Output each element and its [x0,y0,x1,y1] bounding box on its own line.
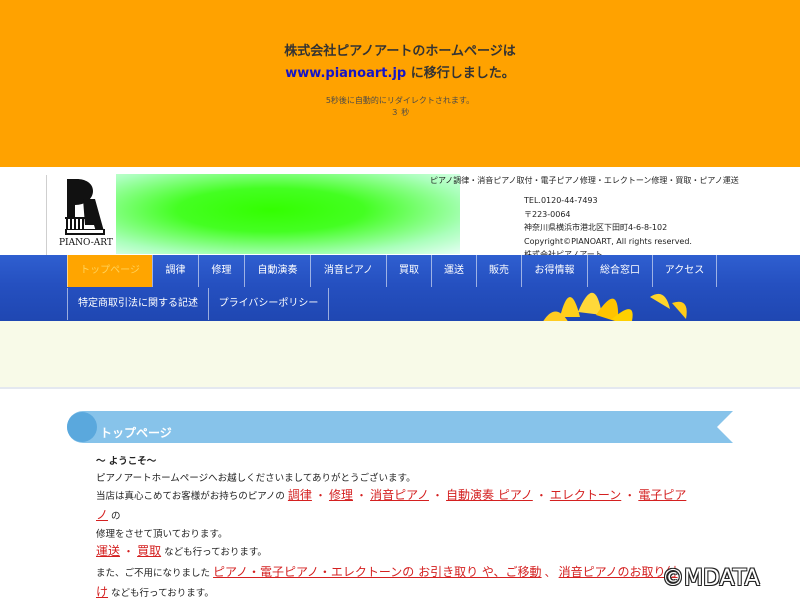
nav-row-secondary: 特定商取引法に関する記述 プライバシーポリシー [67,288,329,320]
link-purchase[interactable]: 買取 [137,544,161,558]
nav-row-primary: トップページ 調律 修理 自動演奏 消音ピアノ 買取 運送 販売 お得情報 総合… [67,255,717,287]
link-pickup[interactable]: ピアノ・電子ピアノ・エレクトーンの お引き取り や、ご移動 [213,565,542,579]
header-banner-image [116,174,460,254]
nav-item-autoplay[interactable]: 自動演奏 [244,255,310,287]
transport-line: 運送 ・ 買取 なども行っております。 [96,542,267,559]
separator: ・ [356,489,368,502]
postal-code: 〒223-0064 [524,209,571,219]
nav-item-access[interactable]: アクセス [652,255,717,287]
header-tagline: ピアノ調律・消音ピアノ取付・電子ピアノ修理・エレクトーン修理・買取・ピアノ運送 [430,176,739,185]
separator: 、 [544,566,556,579]
link-silent-piano[interactable]: 消音ピアノ [370,488,429,502]
services-line-wrap: ノ の [96,506,121,523]
redirect-message-line2: www.pianoart.jp に移行しました。 [0,62,800,81]
link-transport[interactable]: 運送 [96,544,120,558]
address: 神奈川県横浜市港北区下田町4-6-8-102 [524,223,668,233]
services-suffix: の [111,511,121,522]
link-silent-install-wrap[interactable]: け [96,585,108,599]
copyright: Copyright©PIANOART, All rights reserved. [524,236,692,246]
pickup-intro: また、ご不用になりました [96,568,211,579]
link-silent-install[interactable]: 消音ピアノのお取り付 [559,565,678,579]
intro-text: ピアノアートホームページへお越しくださいましてありがとうございます。 [96,473,416,484]
redirect-message-suffix: に移行しました。 [406,66,515,81]
separator: ・ [432,489,444,502]
phone-number: TEL.0120-44-7493 [524,196,598,205]
link-tuning[interactable]: 調律 [288,488,312,502]
content-top-band [0,321,800,389]
separator: ・ [624,489,636,502]
separator: ・ [535,489,547,502]
logo[interactable]: PIANO-ART [46,175,116,257]
link-digital-piano[interactable]: 電子ピア [638,488,686,502]
redirect-countdown: ３ 秒 [390,108,410,117]
nav-item-contact[interactable]: 総合窓口 [587,255,652,287]
redirect-link[interactable]: www.pianoart.jp [285,66,406,81]
nav-item-silent-piano[interactable]: 消音ピアノ [310,255,386,287]
link-autoplay[interactable]: 自動演奏 ピアノ [446,488,533,502]
link-electone[interactable]: エレクトーン [550,488,621,502]
nav-item-privacy[interactable]: プライバシーポリシー [208,288,329,320]
services-intro: 当店は真心こめてお客様がお持ちのピアノの [96,491,285,502]
repair-text: 修理をさせて頂いております。 [96,529,228,540]
nav-item-legal[interactable]: 特定商取引法に関する記述 [67,288,208,320]
nav-item-top[interactable]: トップページ [67,255,152,287]
watermark: ©MDATA [662,566,760,591]
transport-suffix: なども行っております。 [164,547,267,558]
nav-item-tuning[interactable]: 調律 [152,255,198,287]
main-nav: トップページ 調律 修理 自動演奏 消音ピアノ 買取 運送 販売 お得情報 総合… [0,255,800,321]
nav-item-repair[interactable]: 修理 [198,255,244,287]
nav-item-sales[interactable]: 販売 [476,255,521,287]
contact-info: TEL.0120-44-7493 〒223-0064 神奈川県横浜市港北区下田町… [524,194,692,262]
piano-logo-icon [65,179,105,235]
pickup-suffix: なども行っております。 [111,588,214,599]
separator: ・ [314,489,326,502]
pickup-line: また、ご不用になりました ピアノ・電子ピアノ・エレクトーンの お引き取り や、ご… [96,563,678,580]
logo-text: PIANO-ART [59,238,113,248]
welcome-heading: ～ ようこそ～ [96,456,157,467]
services-line: 当店は真心こめてお客様がお持ちのピアノの 調律 ・ 修理 ・ 消音ピアノ ・ 自… [96,486,686,503]
page-title: トップページ [100,426,172,440]
link-digital-piano-wrap[interactable]: ノ [96,508,108,522]
link-repair[interactable]: 修理 [329,488,353,502]
nav-item-purchase[interactable]: 買取 [386,255,431,287]
site-header: PIANO-ART ピアノ調律・消音ピアノ取付・電子ピアノ修理・エレクトーン修理… [0,167,800,259]
pickup-line-wrap: け なども行っております。 [96,583,214,600]
redirect-banner: 株式会社ピアノアートのホームページは www.pianoart.jp に移行しま… [0,0,800,167]
nav-item-transport[interactable]: 運送 [431,255,476,287]
redirect-message: 株式会社ピアノアートのホームページは [284,44,516,59]
separator: ・ [123,545,135,558]
redirect-note: 5秒後に自動的にリダイレクトされます。 [325,96,475,105]
nav-item-deals[interactable]: お得情報 [521,255,587,287]
